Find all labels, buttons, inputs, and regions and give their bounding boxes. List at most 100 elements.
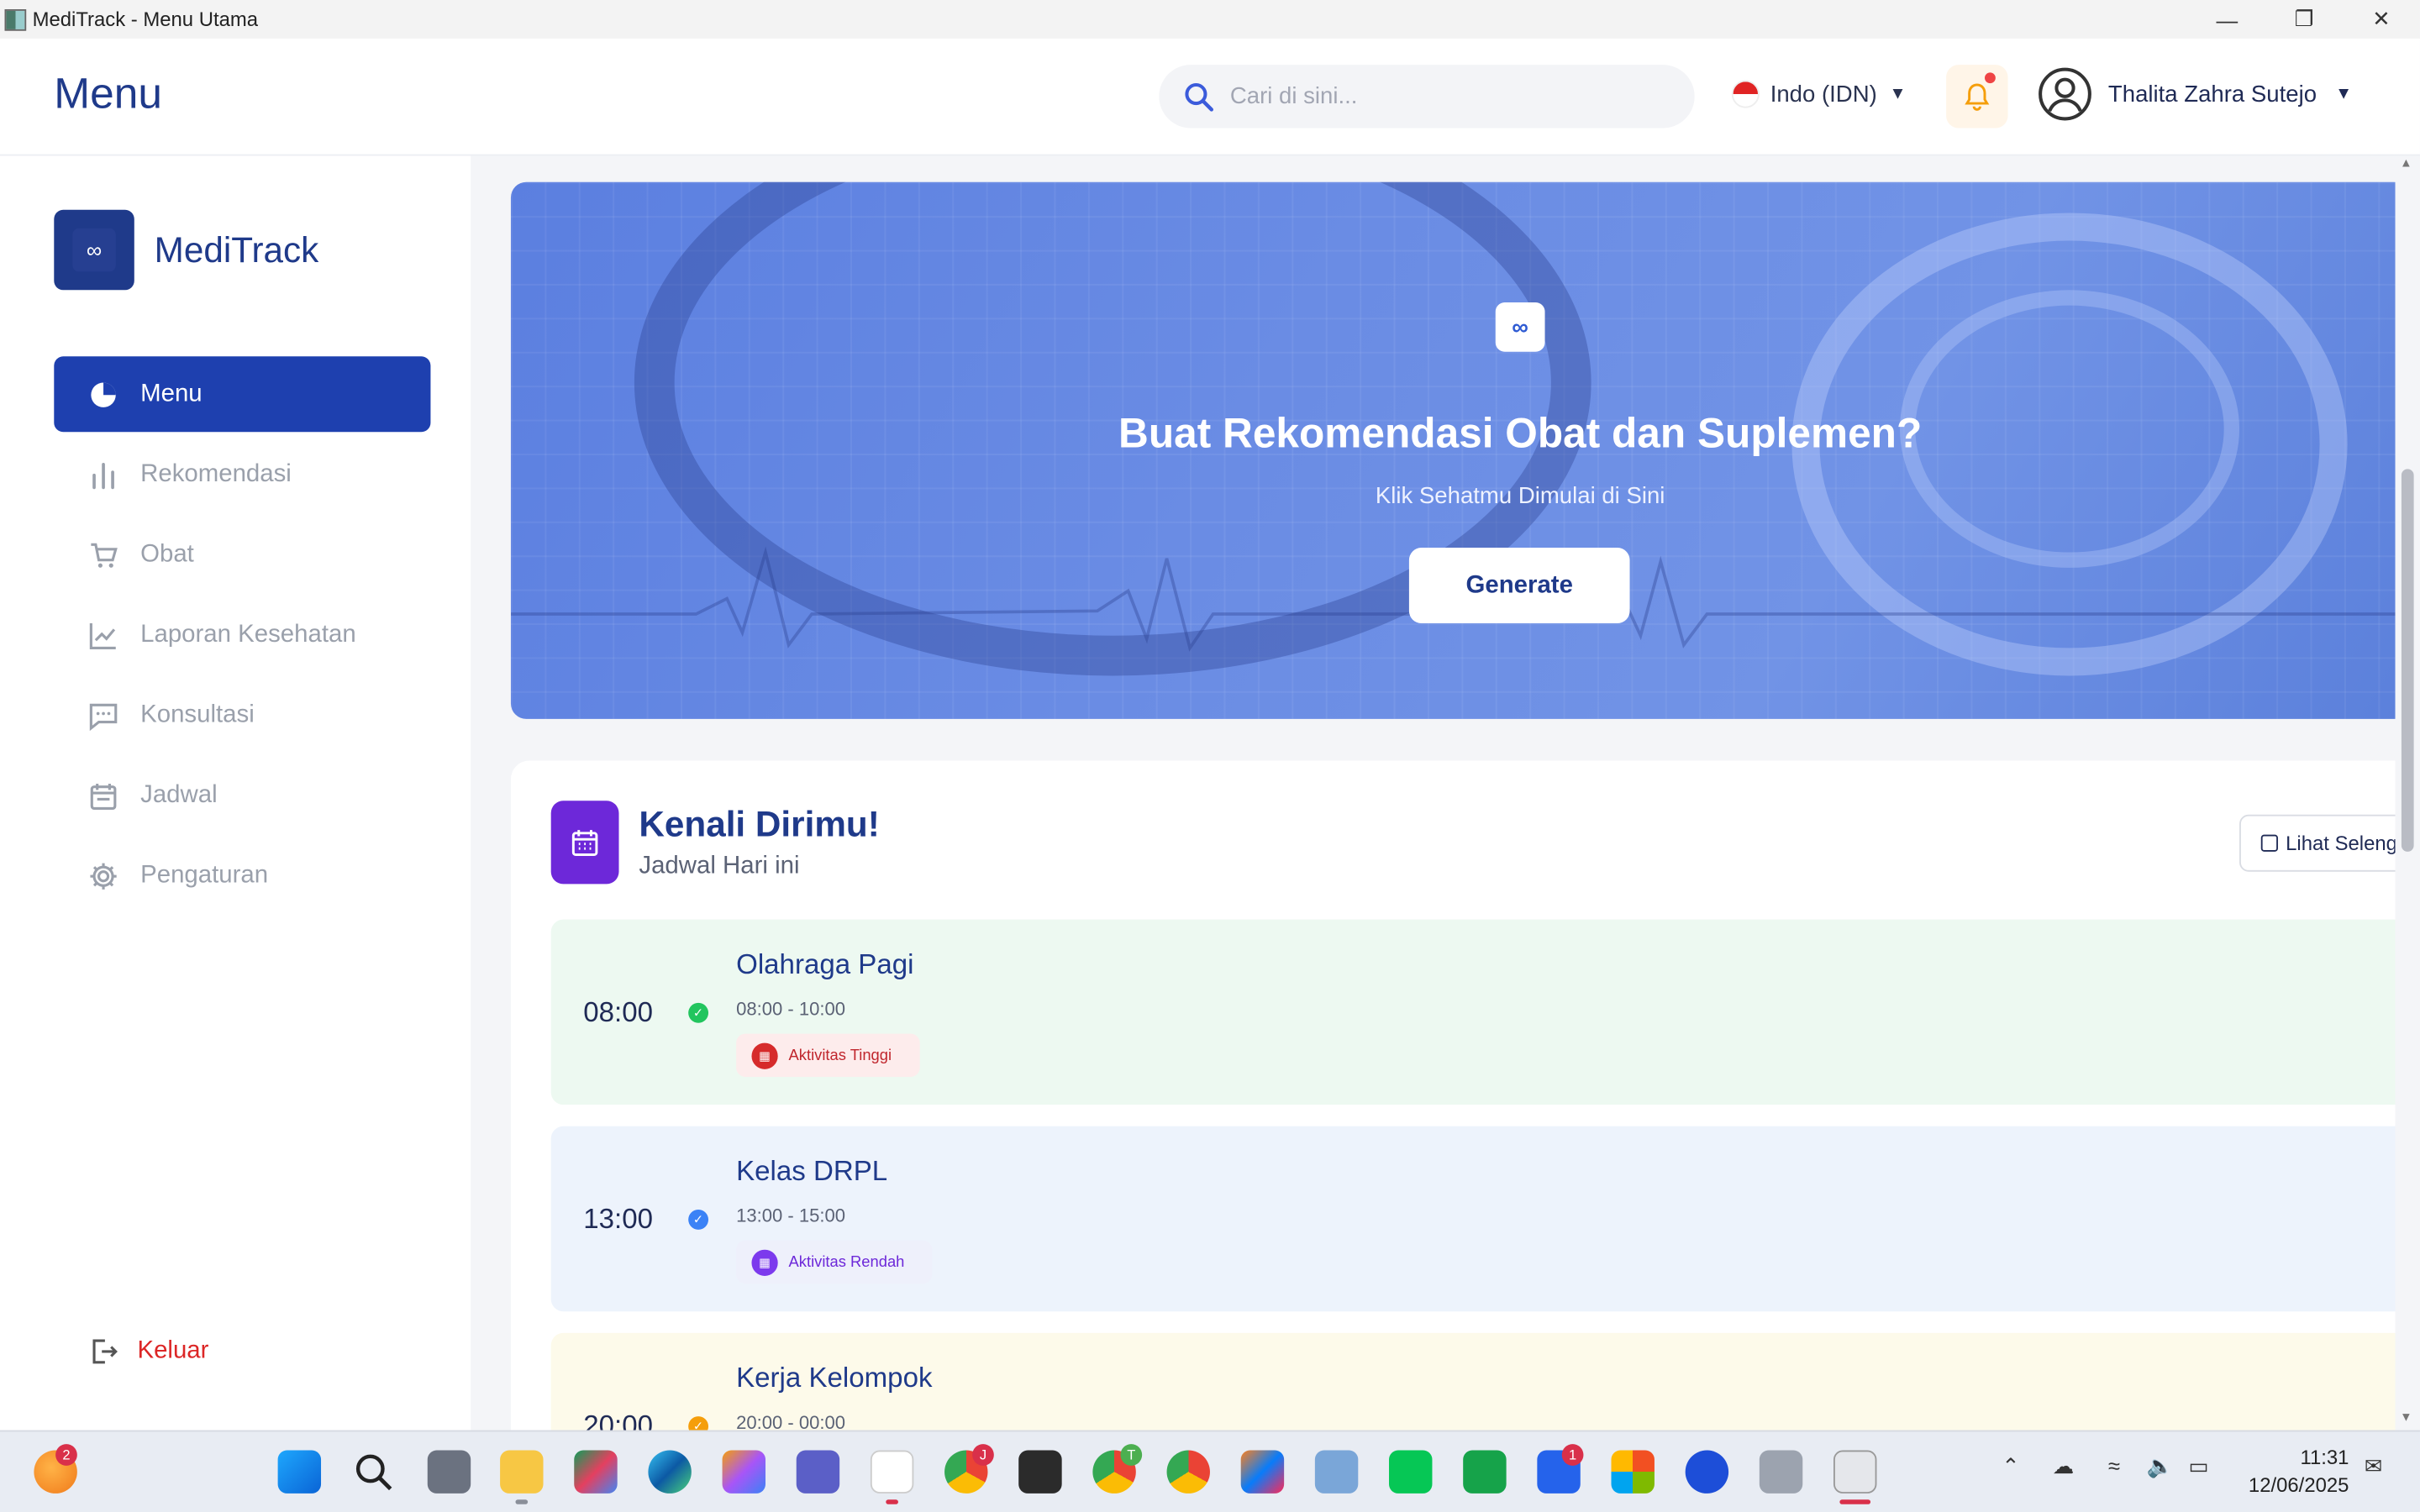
cart-icon <box>88 539 119 570</box>
content-scrollbar[interactable]: ▲ ▼ <box>2395 155 2420 1431</box>
scroll-down-arrow[interactable]: ▼ <box>2400 1410 2412 1425</box>
paint-app-icon[interactable] <box>1833 1450 1877 1494</box>
app-stage: MediTrack - Menu Utama — ❐ ✕ Menu Indo (… <box>0 0 2420 1512</box>
hero-subtitle: Klik Sehatmu Dimulai di Sini <box>1375 482 1665 510</box>
windows-start-icon[interactable] <box>277 1450 322 1494</box>
see-all-button[interactable]: Lihat Seleng <box>2239 814 2396 872</box>
sidebar-item-rekomendasi[interactable]: Rekomendasi <box>54 437 430 512</box>
teams-icon[interactable] <box>796 1450 840 1494</box>
schedule-item[interactable]: 13:00 ✓ Kelas DRPL 13:00 - 15:00 ▦ Aktivi… <box>550 1126 2396 1312</box>
user-name: Thalita Zahra Sutejo <box>2107 81 2317 108</box>
schedule-item[interactable]: 08:00 ✓ Olahraga Pagi 08:00 - 10:00 ▦ Akt… <box>550 919 2396 1105</box>
main-content: ∞ Buat Rekomendasi Obat dan Suplemen? Kl… <box>471 156 2396 1431</box>
meditrack-logo: ∞ <box>54 209 134 291</box>
bar-chart-icon <box>88 459 119 490</box>
line-chart-icon <box>88 619 119 650</box>
system-clock[interactable]: 11:31 12/06/2025 <box>2223 1444 2349 1499</box>
notification-button[interactable] <box>1946 65 2008 129</box>
sidebar-item-menu[interactable]: Menu <box>54 356 431 433</box>
schedule-range: 20:00 - 00:00 <box>736 1411 846 1431</box>
weather-badge: 2 <box>55 1444 77 1466</box>
schedule-title: Kerja Kelompok <box>736 1362 933 1394</box>
language-label: Indo (IDN) <box>1770 81 1877 108</box>
image-viewer-icon[interactable] <box>1463 1450 1507 1494</box>
logout-button[interactable]: Keluar <box>88 1336 208 1368</box>
database-icon[interactable] <box>1759 1450 1803 1494</box>
minimize-button[interactable]: — <box>2188 0 2265 39</box>
meditrack-app-icon[interactable] <box>870 1450 914 1494</box>
sidebar-item-laporan-kesehatan[interactable]: Laporan Kesehatan <box>54 597 430 673</box>
activity-tag-label: Aktivitas Rendah <box>788 1253 905 1271</box>
active-indicator <box>515 1499 529 1504</box>
app-window-icon <box>4 8 27 30</box>
volume-icon[interactable]: 🔈 <box>2147 1453 2174 1479</box>
line-icon[interactable] <box>1389 1450 1433 1494</box>
check-icon: ✓ <box>688 1416 709 1431</box>
m365-icon[interactable] <box>574 1450 618 1494</box>
user-menu[interactable]: Thalita Zahra Sutejo ▼ <box>2037 66 2352 122</box>
clock-time: 11:31 <box>2300 1445 2349 1469</box>
clock-date: 12/06/2025 <box>2248 1473 2349 1497</box>
schedule-time: 13:00 <box>583 1203 654 1235</box>
avatar <box>2039 67 2091 121</box>
schedule-item[interactable]: 20:00 ✓ Kerja Kelompok 20:00 - 00:00 <box>550 1332 2396 1431</box>
top-header: Menu Indo (IDN) ▼ Thalita Zahra Sutejo ▼ <box>0 38 2420 156</box>
schedule-title: Olahraga Pagi <box>736 948 914 980</box>
search-input[interactable] <box>1229 83 1663 110</box>
hero-banner: ∞ Buat Rekomendasi Obat dan Suplemen? Kl… <box>510 181 2396 719</box>
active-indicator <box>886 1499 898 1504</box>
cloud-icon[interactable]: ☁ <box>2053 1453 2075 1479</box>
copilot-icon[interactable] <box>722 1450 766 1494</box>
sidebar-item-obat[interactable]: Obat <box>54 517 430 592</box>
wifi-icon[interactable]: ≈ <box>2108 1453 2120 1478</box>
terminal-icon[interactable] <box>1018 1450 1062 1494</box>
scroll-up-arrow[interactable]: ▲ <box>2400 156 2412 171</box>
hero-logo-icon: ∞ <box>1495 302 1545 352</box>
window-titlebar: MediTrack - Menu Utama — ❐ ✕ <box>0 0 2420 39</box>
windows-taskbar: 2 J T 1 ⌃ ☁ ≈ 🔈 ▭ 11:31 12/06/2025 ✉ <box>0 1430 2420 1512</box>
sidebar: ∞ MediTrack Menu Rekomendasi Obat Lapora… <box>0 155 471 1431</box>
chevron-up-icon[interactable]: ⌃ <box>2002 1453 2020 1479</box>
pie-chart-icon <box>88 379 119 410</box>
restore-button[interactable]: ❐ <box>2265 0 2343 39</box>
chrome-profile-badge: J <box>972 1444 994 1466</box>
search-icon[interactable] <box>352 1450 395 1493</box>
photos-icon[interactable] <box>1314 1450 1359 1494</box>
schedule-card-title: Kenali Dirimu! <box>639 803 880 844</box>
chat-icon <box>88 700 119 731</box>
sidebar-item-pengaturan[interactable]: Pengaturan <box>54 837 430 913</box>
activity-tag-label: Aktivitas Tinggi <box>788 1047 892 1064</box>
task-view-icon[interactable] <box>427 1450 471 1494</box>
schedule-range: 13:00 - 15:00 <box>736 1205 846 1227</box>
sidebar-item-jadwal[interactable]: Jadwal <box>54 758 430 833</box>
sidebar-item-konsultasi[interactable]: Konsultasi <box>54 677 430 753</box>
chrome-profile-badge: T <box>1120 1444 1143 1466</box>
schedule-time: 08:00 <box>583 996 654 1028</box>
schedule-card-subtitle: Jadwal Hari ini <box>639 853 800 879</box>
brand-name: MediTrack <box>154 228 319 270</box>
page-title: Menu <box>54 69 162 118</box>
brand[interactable]: ∞ MediTrack <box>54 209 319 291</box>
battery-icon[interactable]: ▭ <box>2188 1453 2208 1479</box>
maps-pin-icon[interactable] <box>1685 1450 1729 1494</box>
sidebar-nav: Menu Rekomendasi Obat Laporan Kesehatan … <box>54 356 431 918</box>
chrome-icon[interactable] <box>1166 1450 1210 1494</box>
edge-icon[interactable] <box>648 1450 692 1494</box>
window-controls: — ❐ ✕ <box>2188 0 2420 39</box>
generate-button[interactable]: Generate <box>1408 548 1630 624</box>
intellij-icon[interactable] <box>1240 1450 1285 1494</box>
search-box[interactable] <box>1159 65 1695 129</box>
microsoft-store-icon[interactable] <box>1611 1450 1655 1494</box>
file-explorer-icon[interactable] <box>500 1450 544 1494</box>
sidebar-item-label: Rekomendasi <box>140 460 292 487</box>
indonesia-flag-icon <box>1731 80 1760 108</box>
app-notification-badge: 1 <box>1561 1444 1584 1466</box>
notifications-icon[interactable]: ✉ <box>2365 1453 2383 1479</box>
external-link-icon <box>2260 834 2278 852</box>
language-selector[interactable]: Indo (IDN) ▼ <box>1731 80 1906 108</box>
notification-dot <box>1984 72 1996 84</box>
scrollbar-thumb[interactable] <box>2401 469 2414 852</box>
schedule-card: Kenali Dirimu! Jadwal Hari ini Lihat Sel… <box>510 760 2396 1431</box>
sidebar-item-label: Konsultasi <box>140 701 255 728</box>
close-button[interactable]: ✕ <box>2343 0 2420 39</box>
